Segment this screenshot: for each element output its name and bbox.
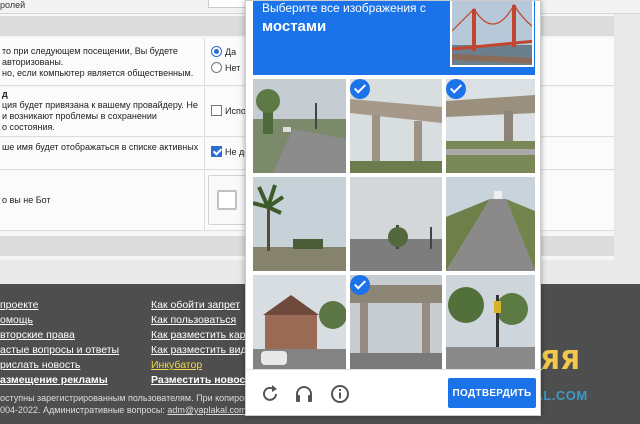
online-list-checkbox[interactable] — [211, 146, 222, 157]
audio-icon[interactable] — [294, 384, 314, 404]
footer-link-help[interactable]: омощь — [0, 313, 119, 328]
not-bot-text: о вы не Бот — [2, 195, 51, 205]
image-tile-5[interactable] — [350, 177, 442, 271]
footer-link-post-picture[interactable]: Как разместить кар — [151, 328, 251, 343]
footer-link-send-news[interactable]: рислать новость — [0, 358, 119, 373]
recaptcha-widget[interactable] — [208, 175, 248, 225]
footer-link-incubator[interactable]: Инкубатор — [151, 358, 251, 373]
reload-icon[interactable] — [260, 384, 280, 404]
challenge-instruction: Выберите все изображения с — [262, 1, 426, 15]
top-field[interactable] — [208, 0, 248, 8]
sample-bridge-image — [450, 1, 534, 67]
ip-binding-option[interactable]: Испо — [211, 105, 246, 116]
ip-binding-checkbox[interactable] — [211, 105, 222, 116]
challenge-footer: ПОДТВЕРДИТЬ — [246, 369, 542, 417]
tile-2-selected-check-icon — [350, 79, 370, 99]
remember-yes-option[interactable]: Да — [211, 46, 236, 57]
admin-email-link[interactable]: adm@yaplakal.com — [167, 405, 246, 415]
footer-link-bypass[interactable]: Как обойти запрет — [151, 298, 251, 313]
footer-link-ads[interactable]: азмещение рекламы — [0, 373, 119, 388]
top-bar-text: ролей — [0, 0, 26, 10]
info-icon[interactable] — [330, 384, 350, 404]
footer-link-about[interactable]: проекте — [0, 298, 119, 313]
challenge-keyword: мостами — [262, 18, 327, 35]
radio-yes[interactable] — [211, 46, 222, 57]
tile-3-selected-check-icon — [446, 79, 466, 99]
image-grid — [253, 79, 535, 369]
online-list-option[interactable]: Не до — [211, 146, 249, 157]
footer-link-post-news[interactable]: Разместить новост — [151, 373, 251, 388]
footer-link-faq[interactable]: астые вопросы и ответы — [0, 343, 119, 358]
image-tile-1[interactable] — [253, 79, 346, 173]
image-tile-6[interactable] — [446, 177, 535, 271]
recaptcha-checkbox[interactable] — [217, 190, 237, 210]
image-tile-9[interactable] — [446, 275, 535, 369]
verify-button[interactable]: ПОДТВЕРДИТЬ — [448, 378, 536, 408]
challenge-header: Выберите все изображения с мостами — [253, 1, 535, 75]
footer-link-howto-use[interactable]: Как пользоваться — [151, 313, 251, 328]
radio-no[interactable] — [211, 62, 222, 73]
ip-binding-text: д ция будет привязана к вашему провайдер… — [2, 89, 198, 132]
remember-no-option[interactable]: Нет — [211, 62, 240, 73]
online-list-text: ше имя будет отображаться в списке актив… — [2, 142, 199, 152]
brand-mascot-logo: ЯЯ — [540, 346, 581, 376]
footer-link-post-video[interactable]: Как разместить вид — [151, 343, 251, 358]
image-tile-7[interactable] — [253, 275, 346, 369]
footer-links-col1: проекте омощь вторские права астые вопро… — [0, 298, 119, 388]
recaptcha-challenge: Выберите все изображения с мостами ПОДТВ… — [245, 0, 542, 417]
image-tile-4[interactable] — [253, 177, 346, 271]
footer-link-copyright[interactable]: вторские права — [0, 328, 119, 343]
footer-links-col2: Как обойти запрет Как пользоваться Как р… — [151, 298, 251, 388]
remember-me-text: то при следующем посещении, Вы будете ав… — [2, 46, 194, 78]
tile-8-selected-check-icon — [350, 275, 370, 295]
